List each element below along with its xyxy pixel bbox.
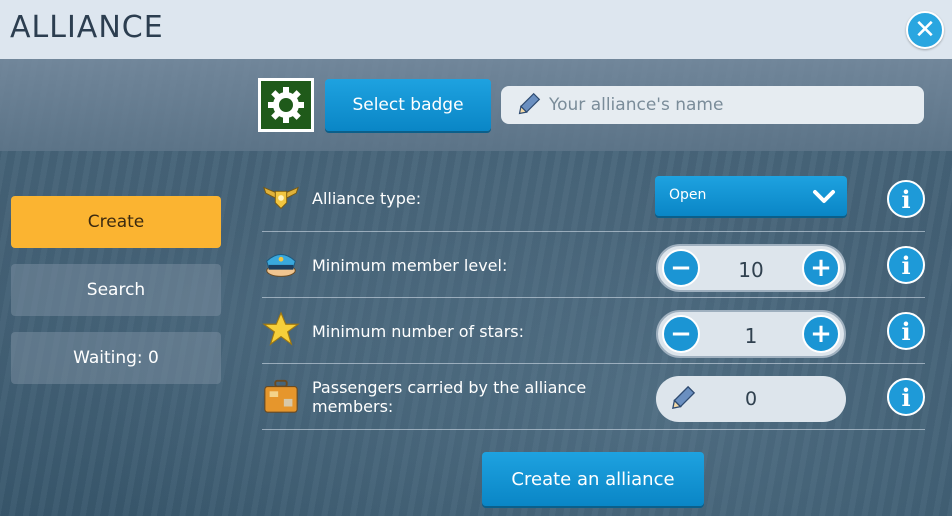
sidebar-item-search[interactable]: Search [11, 264, 221, 316]
passengers-info-button[interactable]: i [887, 378, 925, 416]
passengers-label: Passengers carried by the alliance membe… [312, 378, 587, 416]
alliance-type-label: Alliance type: [312, 189, 422, 208]
alliance-badge[interactable] [258, 78, 314, 132]
alliance-type-info-button[interactable]: i [887, 180, 925, 218]
sidebar-item-label: Create [87, 212, 145, 232]
alliance-type-value: Open [669, 187, 707, 203]
window-title: ALLIANCE [10, 10, 164, 45]
info-icon: i [901, 250, 911, 280]
alliance-type-row: Alliance type: Open i [262, 166, 925, 232]
min-level-increment-button[interactable]: + [802, 249, 840, 287]
min-stars-label: Minimum number of stars: [312, 322, 524, 341]
close-button[interactable]: ✕ [906, 11, 944, 49]
alliance-type-select[interactable]: Open [655, 176, 847, 216]
select-badge-button[interactable]: Select badge [325, 79, 491, 131]
sidebar-item-label: Waiting: 0 [73, 348, 159, 368]
sidebar-item-waiting[interactable]: Waiting: 0 [11, 332, 221, 384]
passengers-input[interactable]: 0 [656, 376, 846, 422]
chevron-down-icon [813, 190, 835, 203]
plus-icon: + [810, 319, 832, 349]
close-icon: ✕ [914, 15, 936, 45]
suitcase-icon [264, 379, 298, 413]
pencil-icon [518, 92, 541, 115]
info-icon: i [901, 316, 911, 346]
min-level-row: Minimum member level: − 10 + i [262, 232, 925, 298]
title-bar: ALLIANCE ✕ [0, 0, 952, 59]
alliance-name-placeholder: Your alliance's name [549, 95, 724, 115]
info-icon: i [901, 382, 911, 412]
pilot-cap-icon [266, 253, 296, 277]
min-stars-stepper: − 1 + [656, 310, 846, 358]
min-stars-row: Minimum number of stars: − 1 + i [262, 298, 925, 364]
alliance-name-input[interactable]: Your alliance's name [501, 86, 924, 124]
plus-icon: + [810, 253, 832, 283]
select-badge-label: Select badge [352, 95, 464, 115]
wings-badge-icon [263, 186, 299, 210]
gear-badge-icon [268, 87, 304, 123]
row-divider [262, 429, 925, 430]
create-alliance-label: Create an alliance [511, 468, 675, 490]
passengers-row: Passengers carried by the alliance membe… [262, 364, 925, 430]
min-level-stepper: − 10 + [656, 244, 846, 292]
star-icon [262, 311, 300, 346]
min-level-info-button[interactable]: i [887, 246, 925, 284]
min-stars-increment-button[interactable]: + [802, 315, 840, 353]
create-alliance-button[interactable]: Create an alliance [482, 452, 704, 506]
passengers-value: 0 [744, 388, 758, 410]
min-stars-info-button[interactable]: i [887, 312, 925, 350]
info-icon: i [901, 184, 911, 214]
sidebar-item-create[interactable]: Create [11, 196, 221, 248]
sidebar-item-label: Search [86, 280, 146, 300]
min-level-label: Minimum member level: [312, 256, 508, 275]
